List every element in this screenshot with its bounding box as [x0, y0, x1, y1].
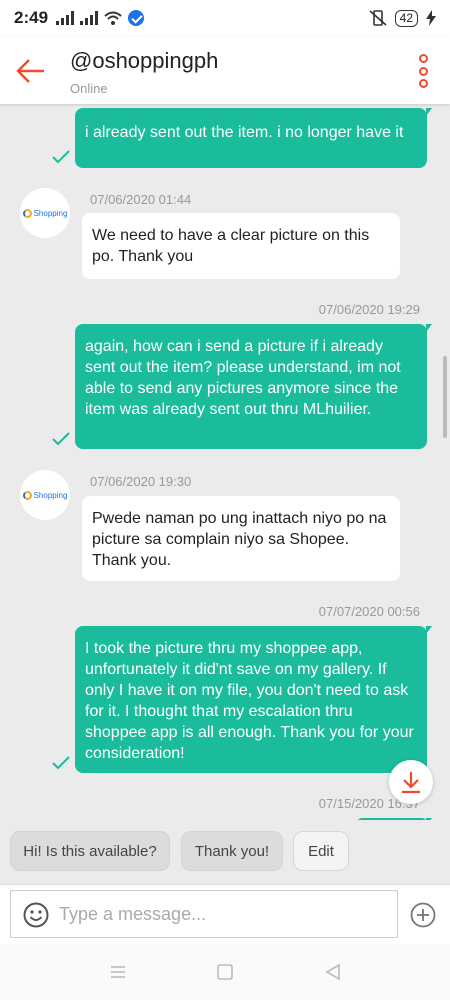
online-status: Online [70, 81, 108, 96]
vibrate-off-icon [369, 10, 387, 26]
composer [0, 884, 450, 944]
add-attachment-icon[interactable] [410, 902, 436, 928]
sent-check-icon [52, 432, 70, 446]
status-time: 2:49 [14, 8, 49, 27]
chat-title: @oshoppingph [70, 48, 219, 73]
message-text: We need to have a clear picture on this … [92, 227, 370, 265]
sent-check-icon [52, 150, 70, 164]
shop-avatar[interactable]: Shopping [20, 188, 70, 238]
back-nav-icon[interactable] [323, 962, 343, 982]
menu-nav-icon[interactable] [108, 962, 128, 982]
outgoing-message[interactable]: i already sent out the item. i no longer… [75, 108, 432, 168]
message-text: again, how can i send a picture if i alr… [85, 338, 401, 418]
incoming-message[interactable]: Pwede naman po ung inattach niyo po na p… [82, 496, 400, 581]
more-options-icon[interactable] [416, 54, 430, 88]
messenger-icon [128, 10, 145, 26]
outgoing-message[interactable]: again, how can i send a picture if i alr… [75, 324, 432, 449]
message-text: I took the picture thru my shoppee app, … [85, 640, 414, 762]
quick-replies: Hi! Is this available? Thank you! Edit [0, 820, 450, 884]
wifi-icon [104, 11, 122, 25]
battery-level: 42 [394, 9, 418, 27]
shop-avatar[interactable]: Shopping [20, 470, 70, 520]
signal-icon [56, 11, 75, 25]
download-arrow-icon [402, 772, 420, 794]
chat-header: @oshoppingph Online [0, 36, 450, 104]
charging-icon [426, 10, 436, 26]
signal-icon-2 [80, 11, 99, 25]
message-timestamp: 07/07/2020 00:56 [318, 604, 420, 619]
home-nav-icon[interactable] [215, 962, 235, 982]
status-right-icons: 42 [369, 9, 436, 27]
message-text: Pwede naman po ung inattach niyo po na p… [92, 510, 387, 569]
quick-reply-button[interactable]: Thank you! [181, 831, 283, 871]
quick-reply-button[interactable]: Hi! Is this available? [10, 831, 170, 871]
message-input-box[interactable] [10, 890, 398, 938]
message-timestamp: 07/06/2020 19:29 [318, 302, 420, 317]
scrollbar[interactable] [443, 356, 447, 438]
system-nav-bar [0, 944, 450, 1000]
status-bar: 2:49 42 [0, 0, 450, 36]
edit-quick-replies-button[interactable]: Edit [293, 831, 349, 871]
message-input[interactable] [59, 891, 389, 937]
message-text: i already sent out the item. i no longer… [85, 124, 404, 141]
message-list[interactable]: i already sent out the item. i no longer… [0, 104, 450, 820]
scroll-to-bottom-button[interactable] [389, 760, 433, 804]
back-arrow-icon[interactable] [14, 54, 48, 88]
status-left-icons [56, 10, 145, 26]
message-timestamp: 07/06/2020 19:30 [90, 474, 192, 489]
outgoing-message[interactable]: I took the picture thru my shoppee app, … [75, 626, 432, 773]
incoming-message[interactable]: We need to have a clear picture on this … [82, 213, 400, 279]
message-timestamp: 07/06/2020 01:44 [90, 192, 192, 207]
sent-check-icon [52, 756, 70, 770]
emoji-icon[interactable] [23, 902, 49, 928]
